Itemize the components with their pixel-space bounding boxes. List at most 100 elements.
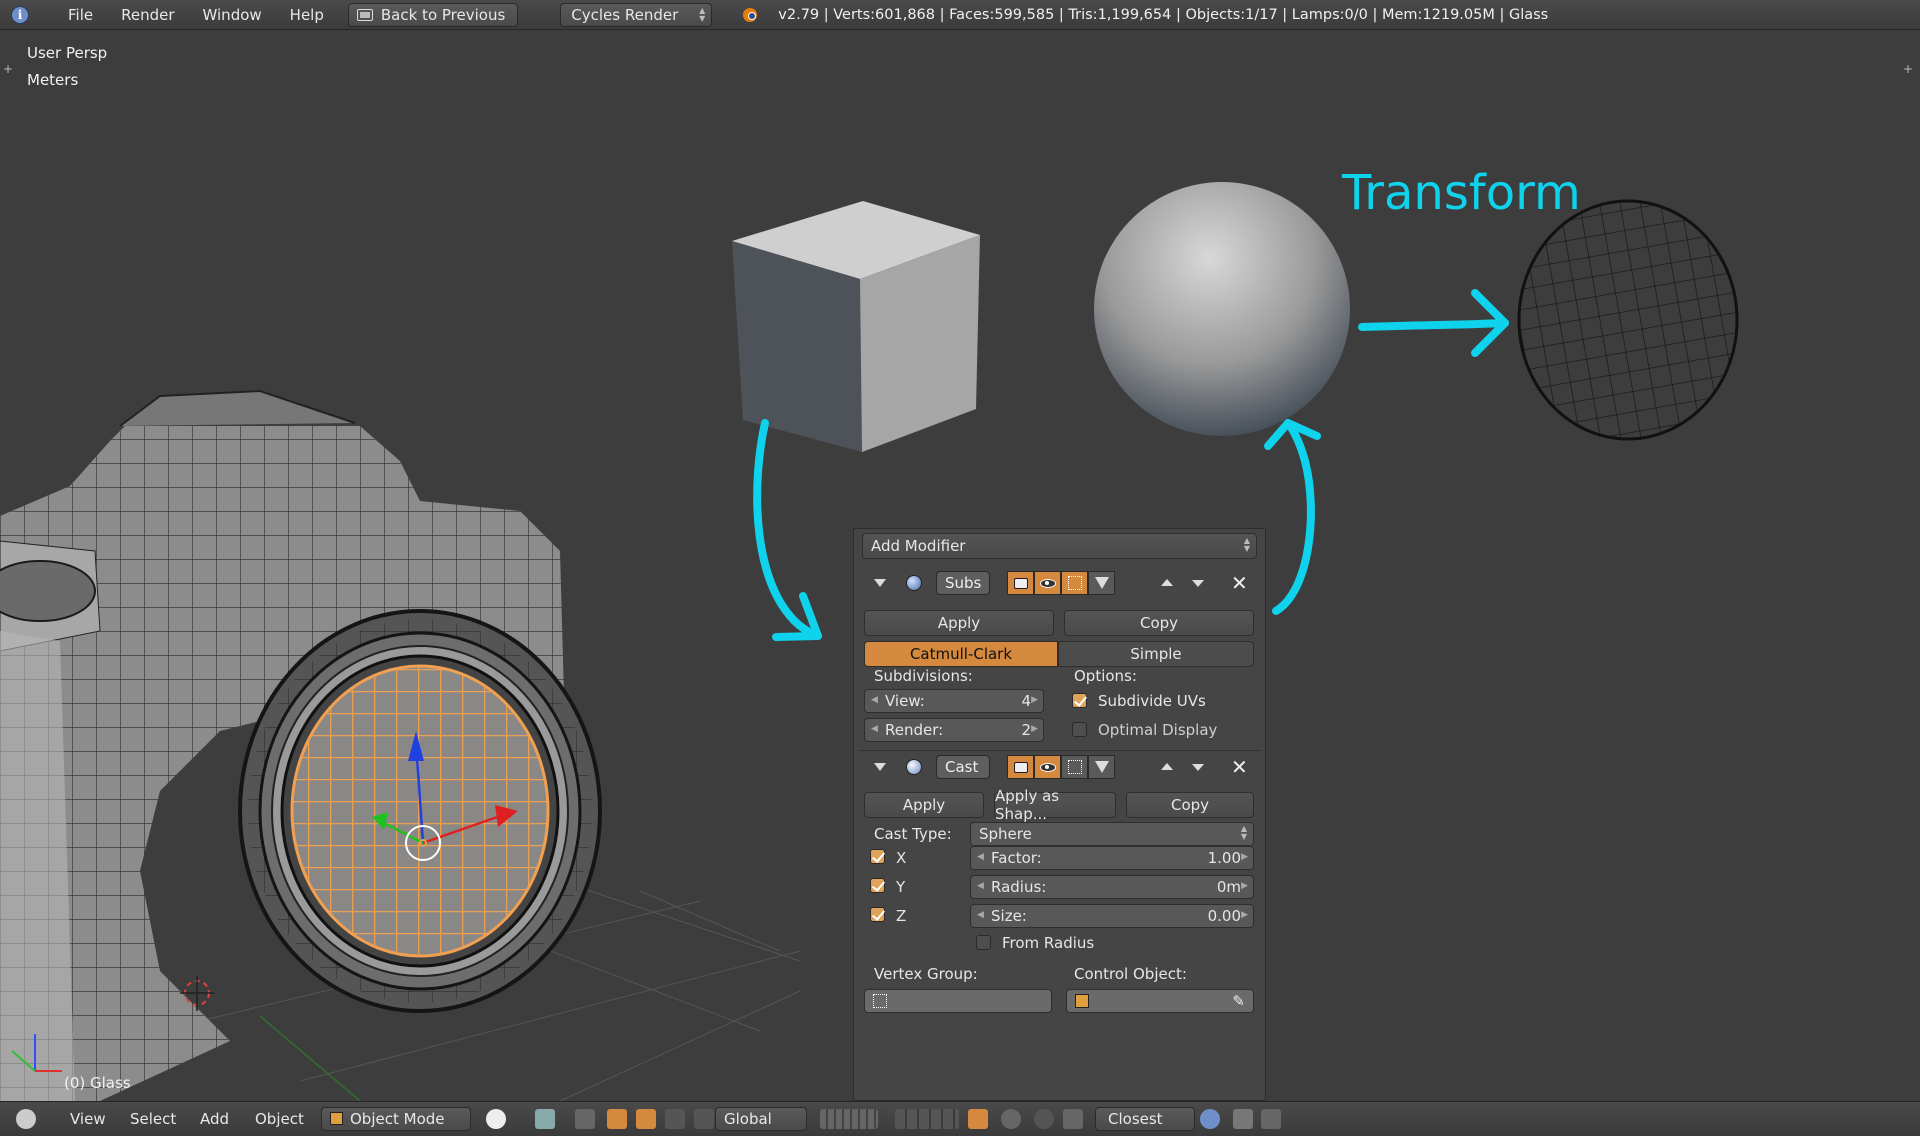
view-levels-field[interactable]: ◀ View: 4 ▶ — [864, 689, 1044, 713]
render-engine-label: Cycles Render — [571, 5, 679, 24]
subsurf-name-field[interactable]: Subs — [936, 571, 990, 595]
axis-y-label: Y — [896, 878, 906, 896]
cast-apply-button[interactable]: Apply — [864, 792, 984, 818]
decrement-arrow-icon: ◀ — [977, 881, 984, 891]
vertex-group-field[interactable] — [864, 989, 1052, 1013]
catmull-clark-toggle[interactable]: Catmull-Clark — [864, 641, 1058, 667]
render-engine-select[interactable]: Cycles Render ▲ ▼ — [560, 2, 713, 27]
apply-as-shape-button[interactable]: Apply as Shap... — [994, 787, 1116, 823]
proportional-editing-icon[interactable] — [1001, 1109, 1021, 1129]
back-to-previous-button[interactable]: Back to Previous — [347, 2, 519, 27]
decrement-arrow-icon: ◀ — [871, 695, 878, 705]
menu-file[interactable]: File — [54, 6, 107, 24]
render-toggle-button[interactable] — [1007, 571, 1034, 595]
optimal-display-checkbox[interactable] — [1072, 722, 1087, 737]
magnet-snap-icon[interactable] — [1034, 1109, 1054, 1129]
cube-object — [732, 201, 980, 452]
snap-target-select[interactable]: Closest — [1095, 1107, 1195, 1131]
subsurf-copy-button[interactable]: Copy — [1064, 610, 1254, 636]
interaction-mode-select[interactable]: Object Mode — [321, 1107, 471, 1131]
axis-z-label: Z — [896, 907, 907, 925]
collapse-subsurf-icon[interactable] — [874, 579, 886, 587]
menu-object[interactable]: Object — [255, 1110, 304, 1128]
factor-value: 1.00 — [1207, 849, 1241, 867]
render-camera-icon[interactable] — [1233, 1109, 1253, 1129]
move-up-icon[interactable] — [1161, 763, 1173, 770]
move-down-icon[interactable] — [1192, 764, 1204, 771]
info-header: i File Render Window Help Back to Previo… — [0, 0, 1920, 30]
translate-manipulator-icon[interactable] — [607, 1109, 627, 1129]
radius-label: Radius: — [991, 878, 1047, 896]
rotate-manipulator-icon[interactable] — [636, 1109, 656, 1129]
subsurf-modifier-icon — [906, 575, 922, 591]
render-toggle-button[interactable] — [1007, 755, 1034, 779]
vertex-group-label: Vertex Group: — [874, 965, 978, 983]
scale-manipulator-icon[interactable] — [665, 1109, 685, 1129]
layer-lock-icon[interactable] — [968, 1109, 988, 1129]
manipulator-extra-icon[interactable] — [694, 1109, 714, 1129]
modifier-panel: Add Modifier ▲ ▼ Subs ✕ Apply Copy Catmul… — [853, 528, 1266, 1101]
render-levels-label: Render: — [885, 721, 944, 739]
cast-name-field[interactable]: Cast — [936, 755, 990, 779]
opengl-render-icon[interactable] — [1200, 1109, 1220, 1129]
viewport-shading-icon[interactable] — [486, 1109, 506, 1129]
vertex-group-icon — [873, 994, 887, 1008]
editor-type-3dview-icon[interactable] — [16, 1109, 36, 1129]
viewport-toggle-button[interactable] — [1034, 571, 1061, 595]
render-levels-field[interactable]: ◀ Render: 2 ▶ — [864, 718, 1044, 742]
size-field[interactable]: ◀ Size: 0.00 ▶ — [970, 904, 1254, 928]
menu-render[interactable]: Render — [107, 6, 188, 24]
view-levels-value: 4 — [1021, 692, 1031, 710]
subsurf-apply-button[interactable]: Apply — [864, 610, 1054, 636]
cage-toggle-button[interactable] — [1088, 571, 1115, 595]
cast-type-select[interactable]: Sphere ▲ ▼ — [970, 822, 1254, 846]
3d-viewport[interactable]: User Persp Meters + + Transform (0) Glas… — [0, 31, 1920, 1101]
editmode-icon — [1067, 576, 1082, 590]
cast-modifier-header: Cast ✕ — [862, 751, 1257, 783]
factor-field[interactable]: ◀ Factor: 1.00 ▶ — [970, 846, 1254, 870]
manipulator-toggle-icon[interactable] — [575, 1109, 595, 1129]
cage-toggle-button[interactable] — [1088, 755, 1115, 779]
subdivide-uvs-checkbox[interactable] — [1072, 693, 1087, 708]
scene-layers-icon[interactable] — [820, 1109, 878, 1129]
subsurf-modifier-header: Subs ✕ — [862, 567, 1257, 599]
axis-y-checkbox[interactable] — [870, 878, 885, 893]
simple-toggle[interactable]: Simple — [1058, 641, 1254, 667]
editor-type-button[interactable]: i — [0, 0, 40, 30]
from-radius-checkbox[interactable] — [976, 935, 991, 950]
menu-help[interactable]: Help — [276, 6, 338, 24]
axis-x-checkbox[interactable] — [870, 849, 885, 864]
apply-as-shape-label: Apply as Shap... — [995, 787, 1060, 823]
eyedropper-icon[interactable]: ✎ — [1232, 992, 1245, 1010]
render-layers-icon[interactable] — [895, 1109, 959, 1129]
object-mode-icon — [330, 1112, 343, 1125]
move-down-icon[interactable] — [1192, 580, 1204, 587]
menu-select[interactable]: Select — [130, 1110, 176, 1128]
pivot-point-icon[interactable] — [535, 1109, 555, 1129]
snap-element-icon[interactable] — [1063, 1109, 1083, 1129]
editmode-toggle-button[interactable] — [1061, 755, 1088, 779]
transform-orientation-select[interactable]: Global — [715, 1107, 807, 1131]
cast-copy-button[interactable]: Copy — [1126, 792, 1254, 818]
radius-field[interactable]: ◀ Radius: 0m ▶ — [970, 875, 1254, 899]
menu-view[interactable]: View — [70, 1110, 106, 1128]
copy-label: Copy — [1139, 614, 1179, 632]
apply-label: Apply — [937, 614, 981, 632]
viewport-toggle-button[interactable] — [1034, 755, 1061, 779]
collapse-cast-icon[interactable] — [874, 763, 886, 771]
increment-arrow-icon: ▶ — [1241, 910, 1248, 920]
render-animation-icon[interactable] — [1261, 1109, 1281, 1129]
menu-add[interactable]: Add — [200, 1110, 229, 1128]
screen-back-icon — [356, 8, 373, 21]
remove-subsurf-icon[interactable]: ✕ — [1231, 573, 1248, 593]
snap-target-label: Closest — [1108, 1110, 1163, 1128]
control-object-field[interactable]: ✎ — [1066, 989, 1254, 1013]
move-up-icon[interactable] — [1161, 579, 1173, 586]
menu-window[interactable]: Window — [189, 6, 276, 24]
add-modifier-select[interactable]: Add Modifier ▲ ▼ — [862, 533, 1257, 559]
editmode-toggle-button[interactable] — [1061, 571, 1088, 595]
blender-logo-icon — [740, 5, 760, 25]
axis-z-checkbox[interactable] — [870, 907, 885, 922]
eye-icon — [1039, 578, 1056, 588]
remove-cast-icon[interactable]: ✕ — [1231, 757, 1248, 777]
